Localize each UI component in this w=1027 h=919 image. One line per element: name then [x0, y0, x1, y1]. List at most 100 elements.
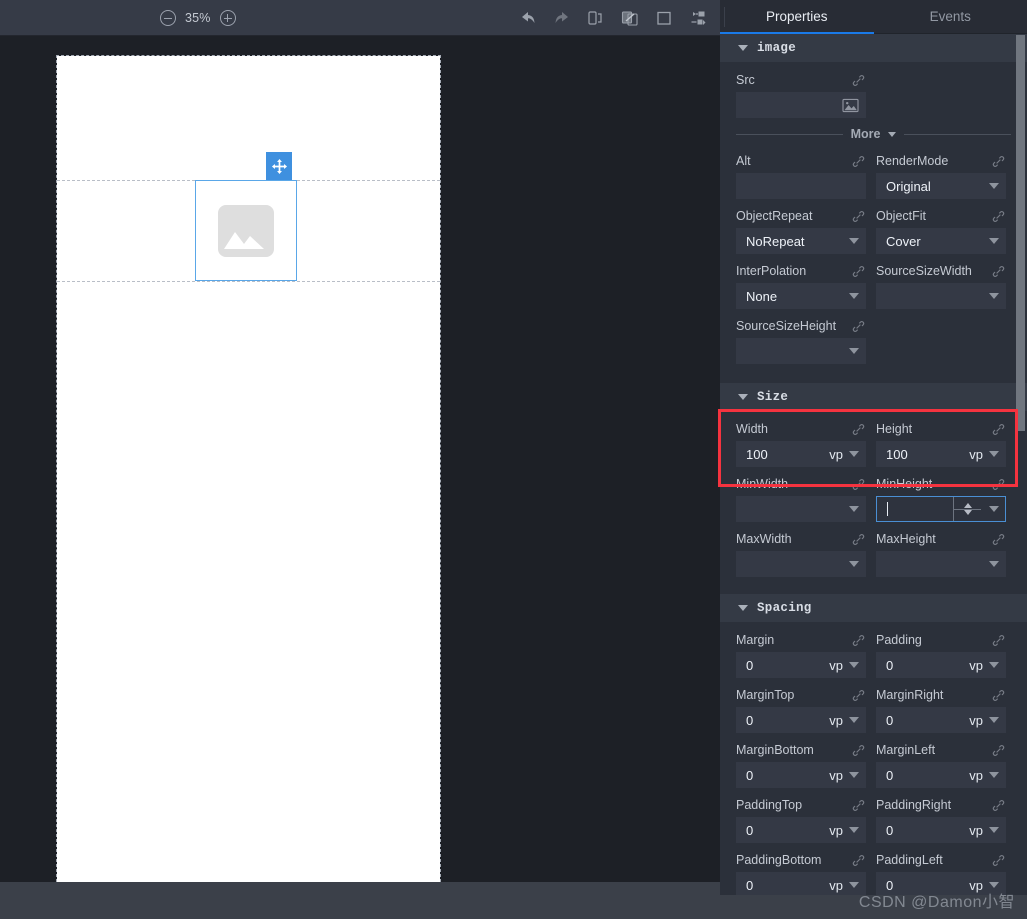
- link-icon[interactable]: [851, 422, 866, 437]
- field-padding-unit: vp: [969, 658, 983, 673]
- chevron-down-icon: [849, 882, 859, 888]
- link-icon[interactable]: [991, 154, 1006, 169]
- field-paddingbottom-label: PaddingBottom: [736, 853, 821, 867]
- link-icon[interactable]: [851, 209, 866, 224]
- field-alt: Alt: [736, 153, 866, 199]
- field-minwidth-label-row: MinWidth: [736, 476, 866, 492]
- field-paddingbottom-value: 0: [746, 878, 829, 893]
- chevron-down-icon: [989, 451, 999, 457]
- field-rendermode-label-row: RenderMode: [876, 153, 1006, 169]
- field-objectrepeat-select[interactable]: NoRepeat: [736, 228, 866, 254]
- chevron-down-icon: [989, 827, 999, 833]
- link-icon[interactable]: [851, 743, 866, 758]
- zoom-in-icon[interactable]: [220, 10, 236, 26]
- undo-icon[interactable]: [518, 8, 538, 28]
- component-icon[interactable]: [688, 8, 708, 28]
- link-icon[interactable]: [851, 264, 866, 279]
- field-height-input[interactable]: 100 vp: [876, 441, 1006, 467]
- field-sourcesizewidth-select[interactable]: [876, 283, 1006, 309]
- device-preview-icon[interactable]: [586, 8, 606, 28]
- tab-events-label: Events: [930, 9, 971, 24]
- field-objectfit-select[interactable]: Cover: [876, 228, 1006, 254]
- stepper-down-icon[interactable]: [964, 510, 972, 515]
- link-icon[interactable]: [851, 532, 866, 547]
- multi-device-icon[interactable]: [620, 8, 640, 28]
- link-icon[interactable]: [991, 633, 1006, 648]
- link-icon[interactable]: [851, 633, 866, 648]
- link-icon[interactable]: [991, 532, 1006, 547]
- field-margintop-input[interactable]: 0 vp: [736, 707, 866, 733]
- field-paddingright-input[interactable]: 0 vp: [876, 817, 1006, 843]
- field-alt-label: Alt: [736, 154, 751, 168]
- more-divider[interactable]: More: [736, 127, 1011, 141]
- field-maxheight-select[interactable]: [876, 551, 1006, 577]
- panel-scroll-area[interactable]: image Src: [720, 34, 1027, 919]
- field-marginleft-input[interactable]: 0 vp: [876, 762, 1006, 788]
- stepper-divider: [954, 509, 981, 510]
- chevron-down-icon: [888, 132, 896, 137]
- device-page[interactable]: [57, 56, 440, 882]
- tab-properties[interactable]: Properties: [720, 0, 874, 33]
- chevron-down-icon: [849, 506, 859, 512]
- link-icon[interactable]: [991, 743, 1006, 758]
- field-marginright-input[interactable]: 0 vp: [876, 707, 1006, 733]
- field-rendermode-select[interactable]: Original: [876, 173, 1006, 199]
- field-marginleft: MarginLeft 0 vp: [876, 742, 1006, 788]
- field-paddingtop: PaddingTop 0 vp: [736, 797, 866, 843]
- section-header-spacing[interactable]: Spacing: [720, 594, 1027, 622]
- link-icon[interactable]: [991, 853, 1006, 868]
- field-padding-input[interactable]: 0 vp: [876, 652, 1006, 678]
- link-icon[interactable]: [851, 319, 866, 334]
- field-interpolation-select[interactable]: None: [736, 283, 866, 309]
- link-icon[interactable]: [991, 209, 1006, 224]
- link-icon[interactable]: [991, 264, 1006, 279]
- link-icon[interactable]: [991, 422, 1006, 437]
- field-maxwidth-select[interactable]: [736, 551, 866, 577]
- link-icon[interactable]: [991, 688, 1006, 703]
- section-header-image[interactable]: image: [720, 34, 1027, 62]
- chevron-down-icon: [849, 772, 859, 778]
- link-icon[interactable]: [851, 688, 866, 703]
- link-icon[interactable]: [851, 73, 866, 88]
- field-minwidth: MinWidth: [736, 476, 866, 522]
- field-width-label-row: Width: [736, 421, 866, 437]
- field-src-input[interactable]: [736, 92, 866, 118]
- number-stepper[interactable]: [953, 497, 981, 521]
- link-icon[interactable]: [991, 798, 1006, 813]
- selected-image-component[interactable]: [195, 180, 297, 281]
- image-picker-icon[interactable]: [842, 98, 859, 113]
- field-width-input[interactable]: 100 vp: [736, 441, 866, 467]
- zoom-out-icon[interactable]: [160, 10, 176, 26]
- link-icon[interactable]: [851, 477, 866, 492]
- field-objectfit-label-row: ObjectFit: [876, 208, 1006, 224]
- link-icon[interactable]: [851, 154, 866, 169]
- canvas-bottom-bar: [0, 882, 720, 919]
- section-header-size[interactable]: Size: [720, 383, 1027, 411]
- field-marginbottom-input[interactable]: 0 vp: [736, 762, 866, 788]
- stepper-up-icon[interactable]: [964, 503, 972, 508]
- field-objectrepeat-label-row: ObjectRepeat: [736, 208, 866, 224]
- field-interpolation: InterPolation None: [736, 263, 866, 309]
- link-icon[interactable]: [851, 853, 866, 868]
- field-minheight-input[interactable]: [876, 496, 1006, 522]
- field-alt-input[interactable]: [736, 173, 866, 199]
- field-margin-input[interactable]: 0 vp: [736, 652, 866, 678]
- tab-events[interactable]: Events: [874, 0, 1027, 33]
- field-sourcesizeheight-select[interactable]: [736, 338, 866, 364]
- field-margin: Margin 0 vp: [736, 632, 866, 678]
- field-sourcesizeheight-label-row: SourceSizeHeight: [736, 318, 866, 334]
- redo-icon[interactable]: [552, 8, 572, 28]
- field-objectrepeat-value: NoRepeat: [746, 234, 849, 249]
- link-icon[interactable]: [851, 798, 866, 813]
- frame-icon[interactable]: [654, 8, 674, 28]
- tab-properties-label: Properties: [766, 9, 828, 24]
- field-paddingtop-input[interactable]: 0 vp: [736, 817, 866, 843]
- field-paddingright-value: 0: [886, 823, 969, 838]
- field-minwidth-select[interactable]: [736, 496, 866, 522]
- field-marginbottom: MarginBottom 0 vp: [736, 742, 866, 788]
- link-icon[interactable]: [991, 477, 1006, 492]
- field-maxheight: MaxHeight: [876, 531, 1006, 577]
- panel-scrollbar[interactable]: [1016, 35, 1025, 431]
- design-canvas[interactable]: [0, 36, 720, 882]
- move-handle-icon[interactable]: [266, 152, 292, 180]
